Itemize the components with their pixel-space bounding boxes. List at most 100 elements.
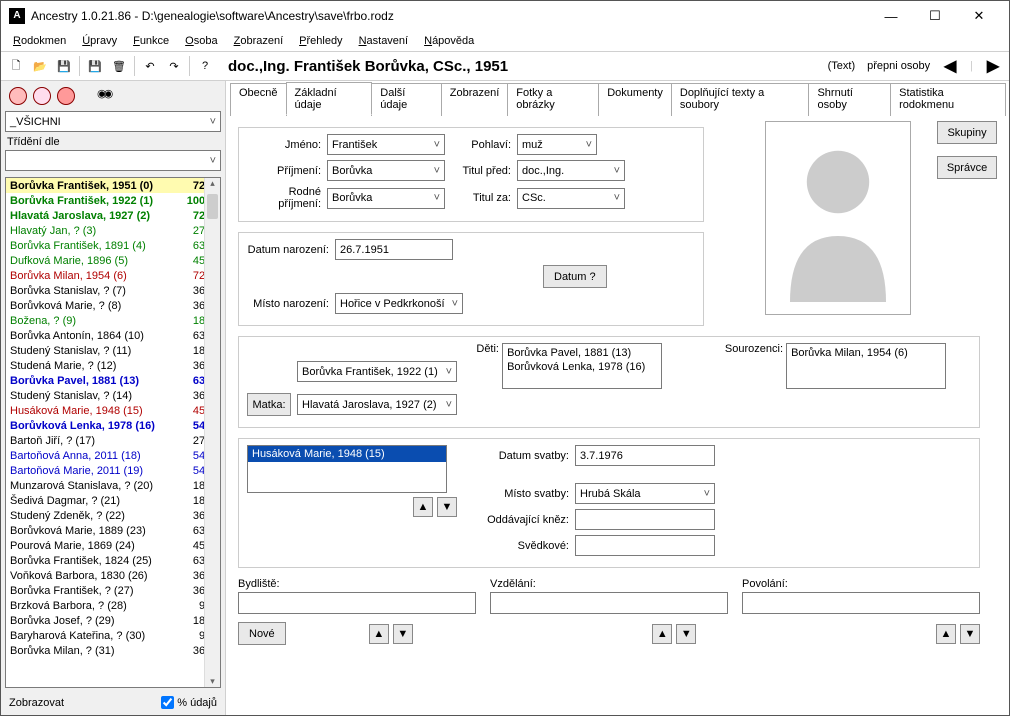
input-knez[interactable] <box>575 509 715 530</box>
vzdelani-down-icon[interactable]: ▼ <box>676 624 696 644</box>
scrollbar[interactable] <box>204 178 220 687</box>
avatar-box[interactable] <box>765 121 911 315</box>
list-item[interactable]: Studený Stanislav, ? (14)36 % <box>6 388 220 403</box>
tab-7[interactable]: Shrnutí osoby <box>808 83 891 116</box>
person-list[interactable]: Borůvka František, 1951 (0)72 %Borůvka F… <box>5 177 221 688</box>
input-datum-nar[interactable]: 26.7.1951 <box>335 239 453 260</box>
list-item[interactable]: Borůvka Milan, ? (31)36 % <box>6 643 220 658</box>
select-misto-nar[interactable]: Hořice v Pedkrkonoší <box>335 293 463 314</box>
list-item[interactable]: Borůvka František, 1824 (25)63 % <box>6 553 220 568</box>
undo-icon[interactable]: ↶ <box>139 55 161 77</box>
select-misto-svatby[interactable]: Hrubá Skála <box>575 483 715 504</box>
list-item[interactable]: Husáková Marie, 1948 (15)45 % <box>6 403 220 418</box>
tab-6[interactable]: Doplňující texty a soubory <box>671 83 810 116</box>
pct-checkbox[interactable]: % údajů <box>161 696 217 709</box>
spouse-list[interactable]: Husáková Marie, 1948 (15) <box>247 445 447 493</box>
help-icon[interactable]: ? <box>194 55 216 77</box>
minimize-button[interactable]: — <box>869 2 913 30</box>
list-item[interactable]: Munzarová Stanislava, ? (20)18 % <box>6 478 220 493</box>
list-item[interactable]: Hlavatá Jaroslava, 1927 (2)72 % <box>6 208 220 223</box>
input-svedkove[interactable] <box>575 535 715 556</box>
prev-person-icon[interactable]: ◀ <box>942 56 958 76</box>
bydliste-up-icon[interactable]: ▲ <box>369 624 389 644</box>
maximize-button[interactable]: ☐ <box>913 2 957 30</box>
menu-napoveda[interactable]: Nápověda <box>418 33 480 49</box>
spravce-button[interactable]: Správce <box>937 156 997 179</box>
list-item[interactable]: Baryharová Kateřina, ? (30)9 % <box>6 628 220 643</box>
list-item[interactable]: Borůvka Stanislav, ? (7)36 % <box>6 283 220 298</box>
tab-4[interactable]: Fotky a obrázky <box>507 83 599 116</box>
next-person-icon[interactable]: ▶ <box>985 56 1001 76</box>
list-item[interactable]: Borůvka Pavel, 1881 (13)63 % <box>6 373 220 388</box>
bydliste-down-icon[interactable]: ▼ <box>393 624 413 644</box>
list-item[interactable]: Studená Marie, ? (12)36 % <box>6 358 220 373</box>
filter-combo[interactable]: _VŠICHNI <box>5 111 221 132</box>
list-item[interactable]: Borůvka František, 1922 (1)100 % <box>6 193 220 208</box>
select-titul-pred[interactable]: doc.,Ing. <box>517 160 625 181</box>
menu-upravy[interactable]: Úpravy <box>76 33 123 49</box>
tab-5[interactable]: Dokumenty <box>598 83 672 116</box>
list-item[interactable]: Hlavatý Jan, ? (3)27 % <box>6 223 220 238</box>
close-button[interactable]: ✕ <box>957 2 1001 30</box>
delete-file-icon[interactable]: 🗑 <box>108 55 130 77</box>
povolani-up-icon[interactable]: ▲ <box>936 624 956 644</box>
matka-button[interactable]: Matka: <box>247 393 291 416</box>
switch-persons[interactable]: přepni osoby <box>867 60 930 72</box>
select-otec[interactable]: Borůvka František, 1922 (1) <box>297 361 457 382</box>
tab-8[interactable]: Statistika rodokmenu <box>890 83 1006 116</box>
list-item[interactable]: Borůvková Marie, ? (8)36 % <box>6 298 220 313</box>
input-jmeno[interactable]: František <box>327 134 445 155</box>
select-titul-za[interactable]: CSc. <box>517 188 625 209</box>
redo-icon[interactable]: ↷ <box>163 55 185 77</box>
list-item[interactable]: Borůvka Milan, 1954 (6)72 % <box>6 268 220 283</box>
spouse-up-icon[interactable]: ▲ <box>413 497 433 517</box>
menu-nastaveni[interactable]: Nastavení <box>353 33 415 49</box>
list-item[interactable]: Borůvka František, 1891 (4)63 % <box>6 238 220 253</box>
select-pohlavi[interactable]: muž <box>517 134 597 155</box>
menu-funkce[interactable]: Funkce <box>127 33 175 49</box>
list-item[interactable]: Borůvková Lenka, 1978 (16)54 % <box>6 418 220 433</box>
list-item[interactable]: Dufková Marie, 1896 (5)45 % <box>6 253 220 268</box>
text-link[interactable]: (Text) <box>828 60 856 72</box>
nove-button[interactable]: Nové <box>238 622 286 645</box>
input-vzdelani[interactable] <box>490 592 728 614</box>
new-file-icon[interactable]: 🗋 <box>5 55 27 77</box>
vzdelani-up-icon[interactable]: ▲ <box>652 624 672 644</box>
povolani-down-icon[interactable]: ▼ <box>960 624 980 644</box>
list-item[interactable]: Voňková Barbora, 1830 (26)36 % <box>6 568 220 583</box>
skupiny-button[interactable]: Skupiny <box>937 121 997 144</box>
save-all-icon[interactable]: 💾 <box>84 55 106 77</box>
datum-button[interactable]: Datum ? <box>543 265 607 288</box>
list-item[interactable]: Studený Zdeněk, ? (22)36 % <box>6 508 220 523</box>
list-item[interactable]: Pourová Marie, 1869 (24)45 % <box>6 538 220 553</box>
menu-prehledy[interactable]: Přehledy <box>293 33 348 49</box>
person-female-icon[interactable] <box>33 87 51 105</box>
save-icon[interactable]: 💾 <box>53 55 75 77</box>
input-prijmeni[interactable]: Borůvka <box>327 160 445 181</box>
tab-3[interactable]: Zobrazení <box>441 83 509 116</box>
spouse-down-icon[interactable]: ▼ <box>437 497 457 517</box>
input-povolani[interactable] <box>742 592 980 614</box>
list-item[interactable]: Borůvka Josef, ? (29)18 % <box>6 613 220 628</box>
list-item[interactable]: Šedivá Dagmar, ? (21)18 % <box>6 493 220 508</box>
list-item[interactable]: Božena, ? (9)18 % <box>6 313 220 328</box>
list-item[interactable]: Borůvková Marie, 1889 (23)63 % <box>6 523 220 538</box>
tab-1[interactable]: Základní údaje <box>286 82 373 115</box>
list-item[interactable]: Bartoňová Anna, 2011 (18)54 % <box>6 448 220 463</box>
menu-zobrazeni[interactable]: Zobrazení <box>228 33 290 49</box>
sourozenci-list[interactable]: Borůvka Milan, 1954 (6) <box>786 343 946 389</box>
deti-list[interactable]: Borůvka Pavel, 1881 (13)Borůvková Lenka,… <box>502 343 662 389</box>
binoculars-icon[interactable] <box>97 87 115 103</box>
input-bydliste[interactable] <box>238 592 476 614</box>
select-matka[interactable]: Hlavatá Jaroslava, 1927 (2) <box>297 394 457 415</box>
person-male-icon[interactable] <box>9 87 27 105</box>
input-rodne[interactable]: Borůvka <box>327 188 445 209</box>
person-unknown-icon[interactable] <box>57 87 75 105</box>
tab-0[interactable]: Obecně <box>230 83 287 116</box>
input-datum-svatby[interactable]: 3.7.1976 <box>575 445 715 466</box>
tab-2[interactable]: Další údaje <box>371 83 441 116</box>
open-file-icon[interactable]: 📂 <box>29 55 51 77</box>
menu-rodokmen[interactable]: Rodokmen <box>7 33 72 49</box>
list-item[interactable]: Studený Stanislav, ? (11)18 % <box>6 343 220 358</box>
list-item[interactable]: Borůvka Antonín, 1864 (10)63 % <box>6 328 220 343</box>
